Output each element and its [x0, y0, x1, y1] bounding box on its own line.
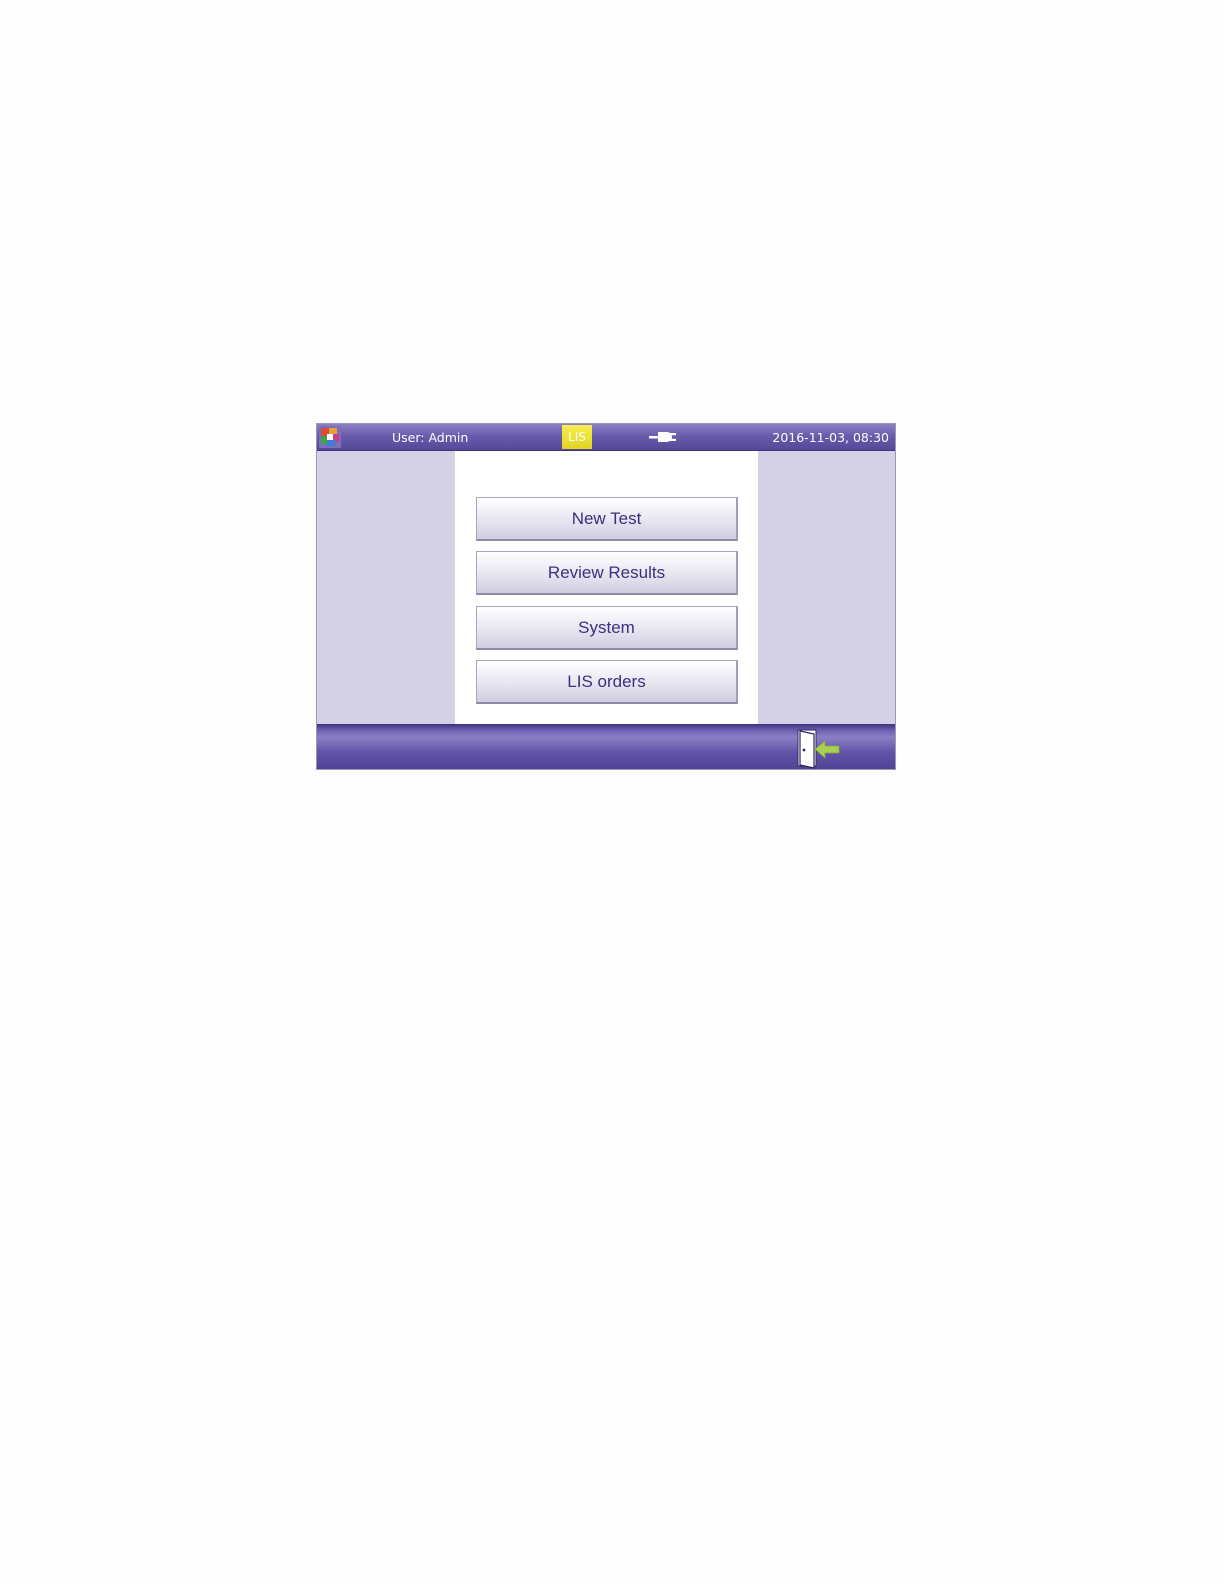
system-button[interactable]: System	[476, 606, 738, 650]
exit-door-icon[interactable]	[795, 728, 843, 770]
lis-status-badge[interactable]: LIS	[562, 425, 592, 449]
user-label: User: Admin	[392, 430, 469, 445]
status-bar: User: Admin LIS 2016-11-03, 08:30	[317, 424, 895, 451]
device-screen: User: Admin LIS 2016-11-03, 08:30 New Te…	[316, 423, 896, 770]
main-menu-panel: New Test Review Results System LIS order…	[455, 451, 758, 724]
app-logo-icon	[319, 426, 341, 448]
bottom-bar	[317, 724, 895, 770]
new-test-button[interactable]: New Test	[476, 497, 738, 541]
datetime-label: 2016-11-03, 08:30	[772, 430, 889, 445]
power-plug-icon	[649, 432, 676, 442]
lis-orders-button[interactable]: LIS orders	[476, 660, 738, 704]
review-results-button[interactable]: Review Results	[476, 551, 738, 595]
